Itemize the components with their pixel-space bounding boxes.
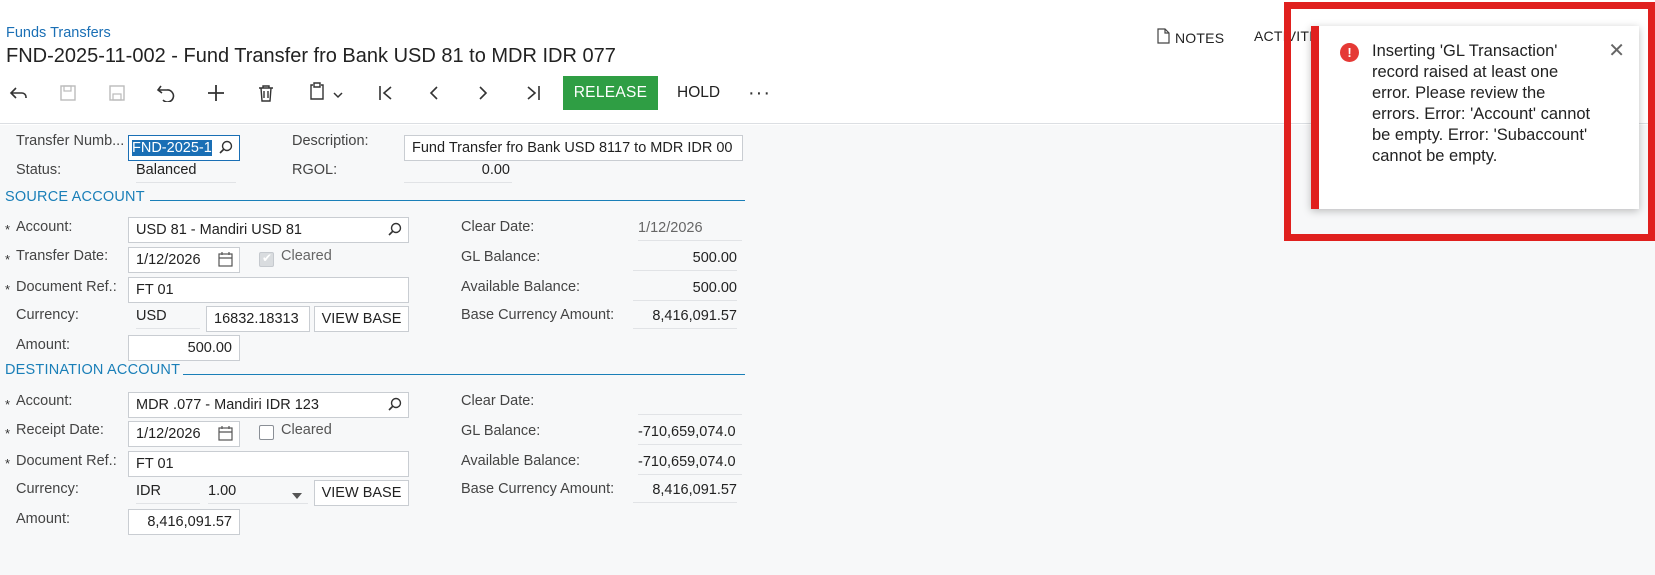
required-marker: * (5, 426, 11, 441)
source-gl-balance-label: GL Balance: (461, 249, 541, 265)
transfer-date-field[interactable]: 1/12/2026 (128, 247, 240, 273)
destination-rate-value: 1.00 (208, 482, 237, 499)
transfer-date-value: 1/12/2026 (136, 252, 201, 268)
destination-currency-value: IDR (136, 478, 200, 504)
source-account-field[interactable]: USD 81 - Mandiri USD 81 (128, 217, 409, 243)
notes-button[interactable]: NOTES (1157, 28, 1224, 47)
destination-rate-select[interactable]: 1.00 (208, 478, 308, 504)
delete-icon[interactable] (253, 76, 279, 110)
search-icon[interactable] (219, 140, 233, 157)
destination-amount-field[interactable]: 8,416,091.57 (128, 509, 240, 535)
save-icon[interactable] (104, 76, 130, 110)
destination-cleared-label: Cleared (281, 422, 332, 438)
source-account-label: Account: (16, 219, 73, 235)
rgol-label: RGOL: (292, 162, 338, 178)
first-record-icon[interactable] (373, 76, 399, 110)
destination-account-value: MDR .077 - Mandiri IDR 123 (136, 397, 319, 413)
dropdown-arrow-icon (292, 487, 302, 503)
source-view-base-button[interactable]: VIEW BASE (314, 306, 409, 332)
page-title: FND-2025-11-002 - Fund Transfer fro Bank… (6, 45, 616, 67)
breadcrumb[interactable]: Funds Transfers (6, 25, 111, 41)
receipt-date-field[interactable]: 1/12/2026 (128, 421, 240, 447)
transfer-number-label: Transfer Numb... (16, 133, 125, 149)
source-document-ref-label: Document Ref.: (16, 279, 117, 295)
destination-available-balance-value: -710,659,074.0 (638, 449, 742, 475)
error-icon: ! (1340, 43, 1359, 62)
status-label: Status: (16, 162, 62, 178)
source-currency-value: USD (136, 303, 200, 329)
source-base-currency-amount-label: Base Currency Amount: (461, 307, 615, 323)
source-amount-label: Amount: (16, 337, 70, 353)
error-message: Inserting 'GL Transaction' record raised… (1372, 42, 1591, 165)
source-available-balance-value: 500.00 (633, 275, 737, 301)
more-actions-button[interactable]: ··· (748, 76, 771, 110)
destination-view-base-button[interactable]: VIEW BASE (314, 480, 409, 506)
receipt-date-label: Receipt Date: (16, 422, 104, 438)
destination-account-label: Account: (16, 393, 73, 409)
destination-gl-balance-label: GL Balance: (461, 423, 541, 439)
previous-record-icon[interactable] (421, 76, 447, 110)
required-marker: * (5, 282, 11, 297)
destination-account-field[interactable]: MDR .077 - Mandiri IDR 123 (128, 392, 409, 418)
source-cleared-checkbox[interactable] (259, 251, 274, 267)
required-marker: * (5, 222, 11, 237)
destination-document-ref-field[interactable]: FT 01 (128, 451, 409, 477)
required-marker: * (5, 397, 11, 412)
source-account-header: SOURCE ACCOUNT (5, 189, 145, 205)
add-icon[interactable] (203, 76, 229, 110)
destination-base-currency-amount-label: Base Currency Amount: (461, 481, 615, 497)
source-amount-field[interactable]: 500.00 (128, 335, 240, 361)
release-button[interactable]: RELEASE (563, 76, 658, 110)
destination-available-balance-label: Available Balance: (461, 453, 581, 469)
notes-label: NOTES (1175, 29, 1225, 46)
destination-cleared-checkbox[interactable] (259, 425, 274, 440)
notes-icon (1157, 28, 1170, 47)
save-close-icon[interactable] (55, 76, 81, 110)
close-icon[interactable]: ✕ (1608, 38, 1625, 63)
toolbar: RELEASE HOLD ··· (0, 76, 800, 112)
search-icon[interactable] (388, 222, 402, 239)
back-icon[interactable] (6, 76, 32, 110)
source-currency-label: Currency: (16, 307, 79, 323)
destination-clear-date-label: Clear Date: (461, 393, 535, 409)
source-base-currency-amount-value: 8,416,091.57 (633, 303, 737, 329)
source-gl-balance-value: 500.00 (633, 245, 737, 271)
source-document-ref-field[interactable]: FT 01 (128, 277, 409, 303)
source-clear-date-label: Clear Date: (461, 219, 535, 235)
destination-amount-label: Amount: (16, 511, 70, 527)
source-section-divider (150, 200, 745, 201)
destination-account-header: DESTINATION ACCOUNT (5, 362, 181, 378)
copy-paste-menu[interactable] (302, 76, 350, 110)
source-account-value: USD 81 - Mandiri USD 81 (136, 222, 302, 238)
destination-gl-balance-value: -710,659,074.0 (638, 419, 742, 445)
clipboard-icon (309, 81, 325, 105)
receipt-date-value: 1/12/2026 (136, 426, 201, 442)
transfer-date-label: Transfer Date: (16, 248, 109, 264)
status-value: Balanced (136, 157, 236, 183)
description-label: Description: (292, 133, 369, 149)
destination-base-currency-amount-value: 8,416,091.57 (633, 477, 737, 503)
source-cleared-label: Cleared (281, 248, 332, 264)
destination-clear-date-value (638, 389, 742, 415)
last-record-icon[interactable] (520, 76, 546, 110)
destination-currency-label: Currency: (16, 481, 79, 497)
rgol-value: 0.00 (404, 157, 512, 183)
source-available-balance-label: Available Balance: (461, 279, 581, 295)
error-notification: ! Inserting 'GL Transaction' record rais… (1311, 26, 1639, 209)
calendar-icon[interactable] (218, 426, 233, 444)
transfer-number-value: FND-2025-1 (132, 140, 212, 156)
required-marker: * (5, 456, 11, 471)
next-record-icon[interactable] (470, 76, 496, 110)
source-clear-date-value: 1/12/2026 (638, 215, 742, 241)
chevron-down-icon (333, 83, 343, 104)
required-marker: * (5, 252, 11, 267)
hold-button[interactable]: HOLD (677, 76, 720, 110)
source-rate-field[interactable]: 16832.18313 (206, 306, 310, 332)
search-icon[interactable] (388, 397, 402, 414)
calendar-icon[interactable] (218, 252, 233, 270)
destination-document-ref-label: Document Ref.: (16, 453, 117, 469)
destination-section-divider (183, 374, 745, 375)
undo-icon[interactable] (153, 76, 179, 110)
